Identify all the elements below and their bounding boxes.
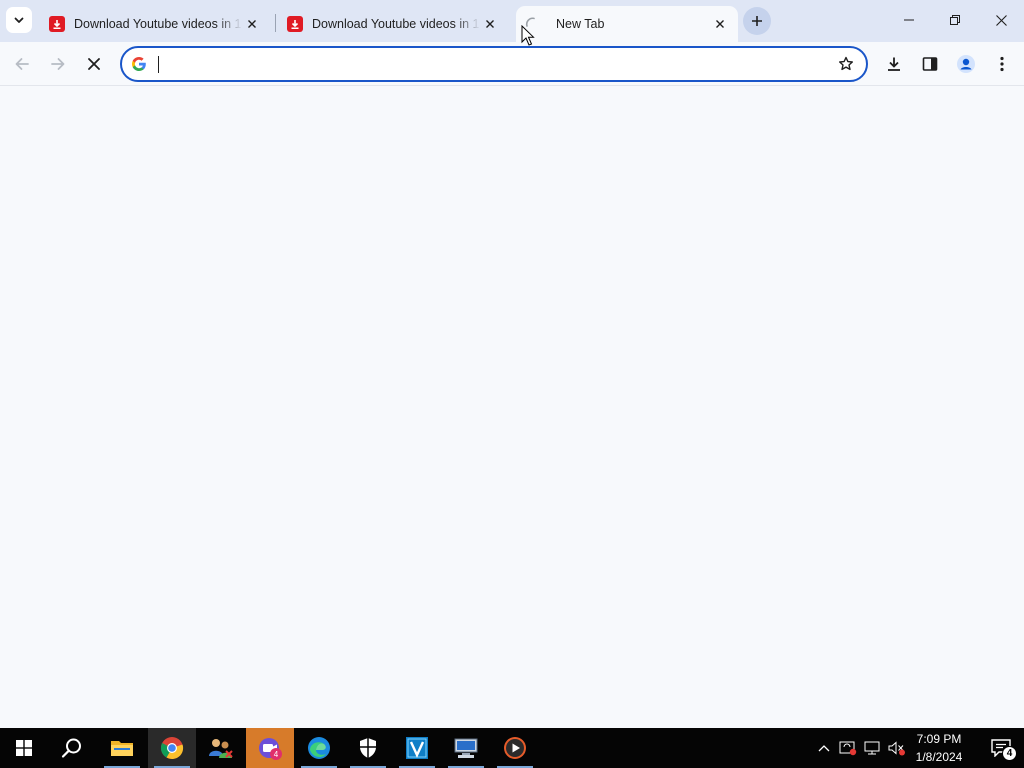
edge-icon [308,737,330,759]
v-app-icon [406,737,428,759]
tray-sync-button[interactable] [836,736,860,760]
tab-strip: Download Youtube videos in 10 Download Y… [0,0,1024,42]
taskbar-clock[interactable]: 7:09 PM 1/8/2024 [906,730,972,766]
media-player-icon [504,737,526,759]
bookmark-star-icon[interactable] [830,48,862,80]
download-favicon-icon [287,16,303,32]
browser-toolbar [0,42,1024,86]
close-icon [88,58,100,70]
app-badge: 4 [270,748,282,760]
page-content[interactable] [0,87,1024,728]
taskbar-file-explorer[interactable] [98,728,146,768]
close-window-button[interactable] [978,0,1024,40]
minimize-button[interactable] [886,0,932,40]
google-icon [132,57,146,71]
taskbar-security[interactable] [344,728,392,768]
tab-title: Download Youtube videos in 10 [312,17,480,31]
security-shield-icon [360,738,376,758]
forward-button[interactable] [42,48,74,80]
taskbar-v-app[interactable] [393,728,441,768]
volume-muted-icon [888,741,905,756]
more-vertical-icon [1000,56,1004,72]
new-tab-button[interactable] [743,7,771,35]
arrow-left-icon [15,58,29,70]
minimize-icon [904,19,914,21]
stop-loading-button[interactable] [78,48,110,80]
search-icon [61,738,81,758]
text-caret [158,56,159,73]
tab-title: New Tab [556,17,605,31]
show-hidden-icons-button[interactable] [812,736,836,760]
clock-date: 1/8/2024 [915,750,963,764]
restore-button[interactable] [932,0,978,40]
network-app-icon [454,738,478,758]
start-button[interactable] [0,728,48,768]
close-tab-icon[interactable] [480,14,500,34]
sync-tray-icon [839,741,857,756]
close-tab-icon[interactable] [242,14,262,34]
side-panel-button[interactable] [914,48,946,80]
search-button[interactable] [48,728,96,768]
taskbar-camera-app[interactable]: 4 [246,728,294,768]
arrow-right-icon [51,58,65,70]
omnibox-input[interactable] [157,52,830,76]
taskbar-edge[interactable] [295,728,343,768]
plus-icon [752,16,762,26]
address-bar[interactable] [120,46,868,82]
action-center-button[interactable]: 4 [978,728,1024,768]
tab-download-youtube-2[interactable]: Download Youtube videos in 10 [276,6,508,42]
clock-time: 7:09 PM [916,732,962,746]
mouse-cursor-icon [521,25,535,46]
tab-new-tab[interactable]: New Tab [516,6,738,42]
chevron-down-icon [14,17,24,23]
back-button[interactable] [6,48,38,80]
tab-title: Download Youtube videos in 10 [74,17,242,31]
taskbar-media-player[interactable] [491,728,539,768]
download-icon [888,57,900,71]
close-tab-icon[interactable] [710,14,730,34]
taskbar-users-app[interactable] [197,728,245,768]
users-app-icon [209,739,233,758]
restore-icon [950,15,960,25]
chevron-up-icon [818,745,830,752]
tray-network-button[interactable] [860,736,884,760]
close-icon [995,14,1007,26]
profile-button[interactable] [950,48,982,80]
menu-button[interactable] [986,48,1018,80]
tray-volume-button[interactable] [884,736,908,760]
avatar-icon [957,55,975,73]
tab-download-youtube-1[interactable]: Download Youtube videos in 10 [38,6,270,42]
windows-logo-icon [16,740,32,756]
side-panel-icon [922,57,938,71]
download-favicon-icon [49,16,65,32]
downloads-button[interactable] [878,48,910,80]
taskbar-chrome[interactable] [148,728,196,768]
tab-search-button[interactable] [6,7,32,33]
taskbar: 4 7:09 PM 1/8/2024 4 [0,728,1024,768]
taskbar-network-app[interactable] [442,728,490,768]
file-explorer-icon [111,741,133,756]
chrome-icon [160,737,184,760]
network-icon [864,741,880,755]
notification-count-badge: 4 [1002,746,1017,761]
